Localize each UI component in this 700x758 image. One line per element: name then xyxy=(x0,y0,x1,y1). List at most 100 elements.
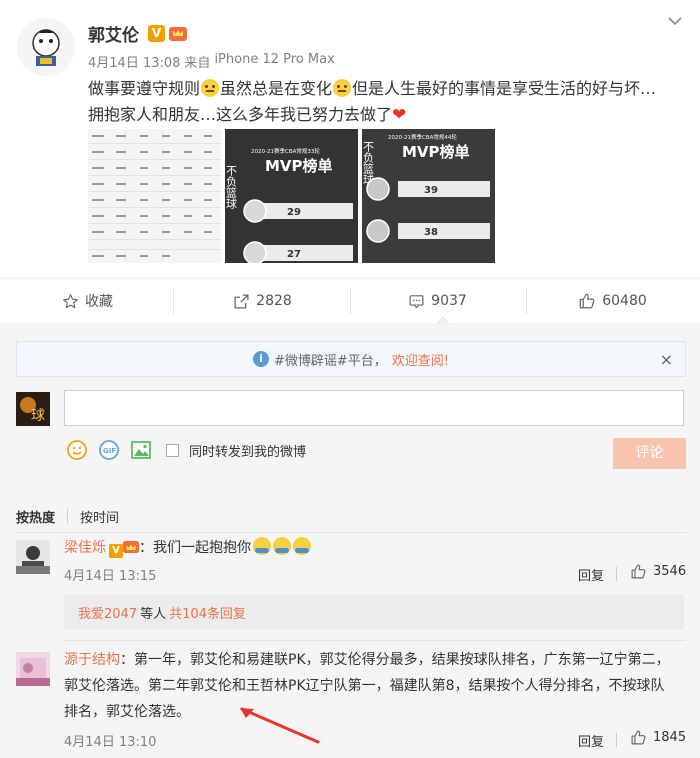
divider xyxy=(64,640,686,641)
image-grid: 2020-21赛季CBA常规33轮 MVP榜单 不负篮球 29 27 2020-… xyxy=(88,129,495,263)
verified-badge: V xyxy=(109,544,123,558)
action-separator xyxy=(350,288,351,314)
action-separator xyxy=(526,288,527,314)
separator xyxy=(616,567,617,581)
caret-up-icon xyxy=(437,316,449,324)
annotation-arrow-icon xyxy=(240,707,320,744)
repost-checkbox[interactable] xyxy=(166,443,179,457)
post-from-label: 来自 xyxy=(184,56,211,71)
thumbs-up-icon xyxy=(579,293,595,309)
comment-body: 源于结构：第一年，郭艾伦和易建联PK，郭艾伦得分最多，结果按球队排名，广东第一辽… xyxy=(64,647,684,725)
post-meta: 4月14日 13:08 来自 iPhone 12 Pro Max xyxy=(88,52,335,71)
hug-emoji-icon xyxy=(273,537,291,555)
mvp-score: 29 xyxy=(287,207,301,218)
repost-label: 同时转发到我的微博 xyxy=(189,444,307,460)
compose-toolbar: GIF 同时转发到我的微博 xyxy=(66,437,306,463)
comment-icon xyxy=(409,294,424,308)
thumbs-up-icon xyxy=(631,564,646,579)
favorite-button[interactable]: 收藏 xyxy=(0,280,175,322)
hug-emoji-icon xyxy=(253,537,271,555)
tab-sort-hot[interactable]: 按热度 xyxy=(16,507,55,526)
author-row: 郭艾伦 V xyxy=(88,21,188,46)
gif-icon[interactable]: GIF xyxy=(98,439,120,461)
submit-comment-button[interactable]: 评论 xyxy=(613,438,686,469)
image-thumbnail-mvp-list-44[interactable]: 2020-21赛季CBA常规44轮 MVP榜单 不负篮球 39 38 xyxy=(362,129,495,263)
stats-table-graphic xyxy=(88,129,221,263)
comment-text-line: 郭艾伦落选。第二年郭艾伦和王哲林PK辽宁队第一，福建队第8，结果按个人得分排名，… xyxy=(64,678,665,694)
reply-preview-user[interactable]: 我爱2047 xyxy=(78,603,137,622)
reply-button[interactable]: 回复 xyxy=(578,731,604,750)
post-device: iPhone 12 Pro Max xyxy=(214,52,335,67)
divider xyxy=(16,532,686,533)
share-icon xyxy=(234,293,249,309)
notice-link[interactable]: 欢迎查阅! xyxy=(392,350,449,369)
heart-emoji-icon: ❤ xyxy=(392,105,407,125)
image-icon[interactable] xyxy=(130,439,152,461)
thumbs-up-icon xyxy=(631,730,646,745)
weibo-post: 郭艾伦 V 4月14日 13:08 来自 iPhone 12 Pro Max 做… xyxy=(0,0,700,758)
like-button[interactable]: 60480 xyxy=(525,280,700,322)
verified-badge: V xyxy=(148,24,165,42)
notice-text[interactable]: #微博辟谣#平台， xyxy=(274,350,387,369)
crown-icon xyxy=(123,541,139,553)
mvp-score: 39 xyxy=(424,185,438,196)
mvp-score: 27 xyxy=(287,249,301,260)
post-date[interactable]: 4月14日 13:08 xyxy=(88,52,180,71)
mvp-poster-graphic: 2020-21赛季CBA常规33轮 MVP榜单 不负篮球 29 27 xyxy=(225,129,358,263)
chevron-down-icon[interactable] xyxy=(668,16,682,26)
svg-text:GIF: GIF xyxy=(103,447,116,455)
comment-text: ：我们一起抱抱你 xyxy=(139,540,251,556)
comment-username[interactable]: 梁佳烁 xyxy=(64,540,106,556)
like-count: 60480 xyxy=(602,293,647,309)
comment-username[interactable]: 源于结构 xyxy=(64,652,120,668)
my-avatar[interactable]: 球 xyxy=(16,392,50,426)
sort-separator xyxy=(67,509,69,523)
comment-count: 9037 xyxy=(431,293,467,309)
post-text: 做事要遵守规则 虽然总是在变化 但是人生最好的事情是享受生活的好与坏… 拥抱家人和朋… xyxy=(88,76,688,128)
smile-emoji-icon xyxy=(333,79,352,97)
rumor-notice-banner: i #微博辟谣#平台， 欢迎查阅! × xyxy=(16,341,686,377)
comment-time: 4月14日 13:15 xyxy=(64,569,157,584)
separator xyxy=(616,733,617,747)
author-avatar[interactable] xyxy=(17,18,75,76)
comment-like-button[interactable]: 3546 xyxy=(630,563,686,580)
comment-input[interactable] xyxy=(64,390,684,426)
reply-preview-mid: 等人 xyxy=(140,606,167,622)
favorite-label: 收藏 xyxy=(85,294,113,310)
smile-emoji-icon xyxy=(201,79,220,97)
action-separator xyxy=(173,288,174,314)
post-text-line1: 做事要遵守规则 虽然总是在变化 但是人生最好的事情是享受生活的好与坏… xyxy=(88,79,657,98)
comment-like-count: 3546 xyxy=(653,564,687,579)
close-icon[interactable]: × xyxy=(660,350,673,369)
tab-sort-time[interactable]: 按时间 xyxy=(80,507,119,526)
image-thumbnail-stats-table[interactable] xyxy=(88,129,221,263)
author-name[interactable]: 郭艾伦 xyxy=(88,21,139,46)
divider xyxy=(0,278,700,279)
mvp-script: 不负篮球 xyxy=(362,141,375,185)
commenter-avatar[interactable] xyxy=(16,540,50,574)
repost-count: 2828 xyxy=(256,293,292,309)
repost-button[interactable]: 2828 xyxy=(175,280,350,322)
reply-count-link[interactable]: 共104条回复 xyxy=(169,603,246,622)
crown-icon xyxy=(169,27,187,41)
avatar-glyph: 球 xyxy=(31,408,45,424)
mvp-subtitle: 2020-21赛季CBA常规44轮 xyxy=(388,133,457,141)
comment-text-line: 源于结构：第一年，郭艾伦和易建联PK，郭艾伦得分最多，结果按球队排名，广东第一辽… xyxy=(64,647,684,673)
nested-replies-box[interactable]: 我爱2047 等人 共104条回复 xyxy=(64,594,684,630)
comment-text-line: 排名，郭艾伦落选。 xyxy=(64,704,190,720)
comment-body: 梁佳烁 V ：我们一起抱抱你 xyxy=(64,535,684,561)
info-icon: i xyxy=(252,351,269,367)
comment-text: ：第一年，郭艾伦和易建联PK，郭艾伦得分最多，结果按球队排名，广东第一辽宁第二， xyxy=(120,652,670,668)
hug-emoji-icon xyxy=(293,537,311,555)
mvp-title: MVP榜单 xyxy=(402,143,470,161)
star-icon xyxy=(63,293,78,308)
reply-button[interactable]: 回复 xyxy=(578,565,604,584)
emoji-icon[interactable] xyxy=(66,439,88,461)
comment-like-button[interactable]: 1845 xyxy=(630,729,686,746)
mvp-script: 不负篮球 xyxy=(225,165,238,209)
image-thumbnail-mvp-list-33[interactable]: 2020-21赛季CBA常规33轮 MVP榜单 不负篮球 29 27 xyxy=(225,129,358,263)
sort-tabs: 按热度 按时间 xyxy=(16,506,119,526)
post-text-line2: 拥抱家人和朋友…这么多年我已努力去做了❤ xyxy=(88,102,688,128)
commenter-avatar[interactable] xyxy=(16,652,50,686)
mvp-score: 38 xyxy=(424,227,438,238)
